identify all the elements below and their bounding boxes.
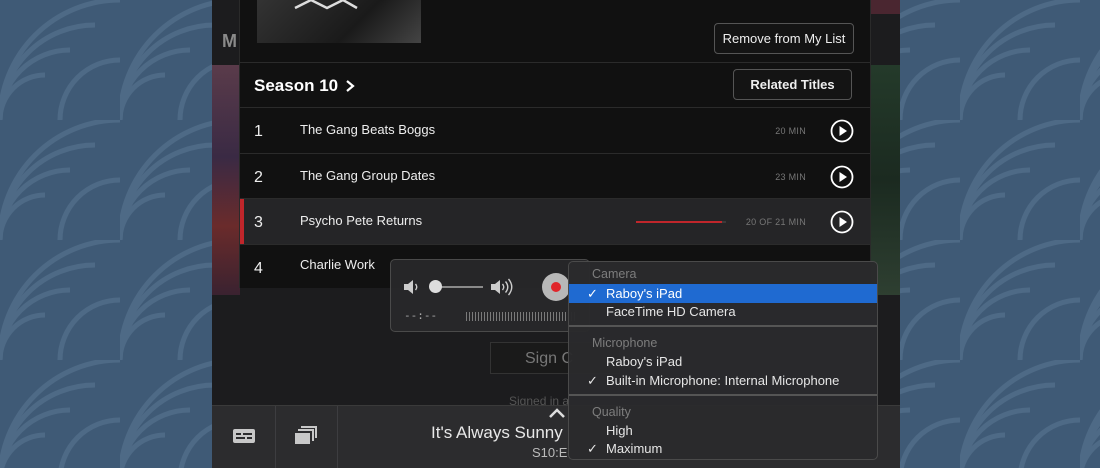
divider (337, 406, 338, 468)
divider (240, 62, 870, 63)
menu-item-quality-high[interactable]: High (569, 421, 877, 440)
episode-row[interactable]: 2 The Gang Group Dates 23 MIN (240, 154, 870, 199)
menu-separator (569, 394, 877, 396)
episode-number: 1 (254, 123, 263, 140)
recording-options-menu: Camera ✓ Raboy's iPad FaceTime HD Camera… (568, 261, 878, 460)
episode-duration: 23 MIN (775, 172, 806, 182)
season-selector[interactable]: Season 10 (254, 76, 338, 96)
menu-item-quality-maximum[interactable]: ✓ Maximum (569, 439, 877, 458)
subtitles-icon[interactable] (232, 426, 256, 446)
episode-row-current[interactable]: 3 Psycho Pete Returns 20 OF 21 MIN (240, 199, 870, 244)
show-details-panel: Remove from My List Season 10 Related Ti… (239, 0, 871, 288)
chevron-right-icon[interactable] (345, 79, 355, 93)
episodes-icon[interactable] (294, 426, 318, 446)
episode-number: 2 (254, 169, 263, 186)
now-playing-title: It's Always Sunny (431, 423, 563, 442)
menu-item-label: Built-in Microphone: Internal Microphone (606, 373, 840, 388)
menu-header-quality: Quality (592, 405, 631, 419)
related-titles-button[interactable]: Related Titles (733, 69, 852, 100)
chevron-up-icon[interactable] (548, 407, 566, 419)
volume-low-icon (404, 280, 418, 294)
audio-level-meter (466, 312, 576, 321)
episode-title: Charlie Work (300, 257, 375, 272)
thumbnail-art (291, 0, 361, 14)
episode-duration: 20 MIN (775, 126, 806, 136)
checkmark-icon: ✓ (587, 441, 598, 456)
menu-item-mic-raboys-ipad[interactable]: Raboy's iPad (569, 352, 877, 371)
record-icon (551, 282, 561, 292)
episode-progress-bar (636, 221, 726, 223)
play-icon[interactable] (830, 165, 854, 189)
episode-title: Psycho Pete Returns (300, 213, 423, 228)
menu-separator (569, 325, 877, 327)
episode-row[interactable]: 1 The Gang Beats Boggs 20 MIN (240, 108, 870, 153)
volume-high-icon (491, 278, 513, 296)
menu-item-label: FaceTime HD Camera (606, 304, 736, 319)
episode-title: The Gang Group Dates (300, 168, 436, 183)
background-artwork-left (212, 65, 240, 295)
menu-item-mic-builtin[interactable]: ✓ Built-in Microphone: Internal Micropho… (569, 371, 877, 390)
episode-number: 3 (254, 214, 263, 231)
remove-from-my-list-button[interactable]: Remove from My List (714, 23, 854, 54)
checkmark-icon: ✓ (587, 373, 598, 388)
now-playing-episode: S10:E (532, 445, 568, 460)
episode-number: 4 (254, 260, 263, 277)
divider (275, 406, 276, 468)
current-episode-indicator (240, 199, 244, 244)
menu-item-label: Raboy's iPad (606, 354, 683, 369)
episode-progress-fill (636, 221, 722, 223)
menu-item-camera-facetime[interactable]: FaceTime HD Camera (569, 302, 877, 321)
recording-controls: --:-- (390, 259, 590, 332)
menu-item-label: Raboy's iPad (606, 286, 683, 301)
volume-slider-knob[interactable] (429, 280, 442, 293)
background-artwork-top (870, 0, 900, 14)
menu-header-camera: Camera (592, 267, 637, 281)
play-icon[interactable] (830, 210, 854, 234)
checkmark-icon: ✓ (587, 286, 598, 301)
menu-header-microphone: Microphone (592, 336, 658, 350)
recording-timecode: --:-- (404, 309, 438, 322)
menu-item-camera-raboys-ipad[interactable]: ✓ Raboy's iPad (569, 284, 877, 303)
record-button[interactable] (542, 273, 570, 301)
menu-item-label: Maximum (606, 441, 663, 456)
episode-title: The Gang Beats Boggs (300, 122, 436, 137)
episode-duration: 20 OF 21 MIN (745, 217, 806, 227)
play-icon[interactable] (830, 119, 854, 143)
show-thumbnail (257, 0, 421, 43)
menu-item-label: High (606, 423, 633, 438)
background-row-title: M (222, 31, 237, 51)
